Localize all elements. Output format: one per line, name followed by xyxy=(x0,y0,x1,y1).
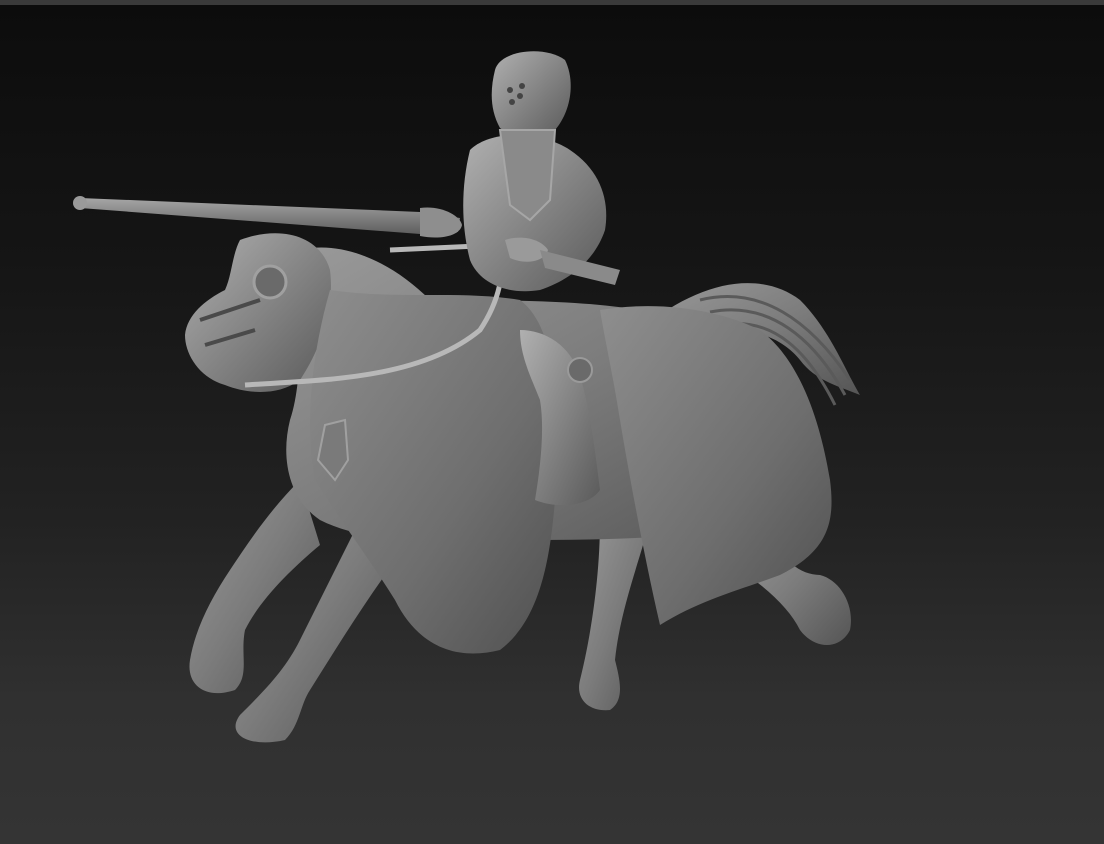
3d-viewport[interactable] xyxy=(0,0,1104,844)
knight-on-horse-sculpt[interactable] xyxy=(0,0,1104,844)
lance xyxy=(73,196,462,238)
